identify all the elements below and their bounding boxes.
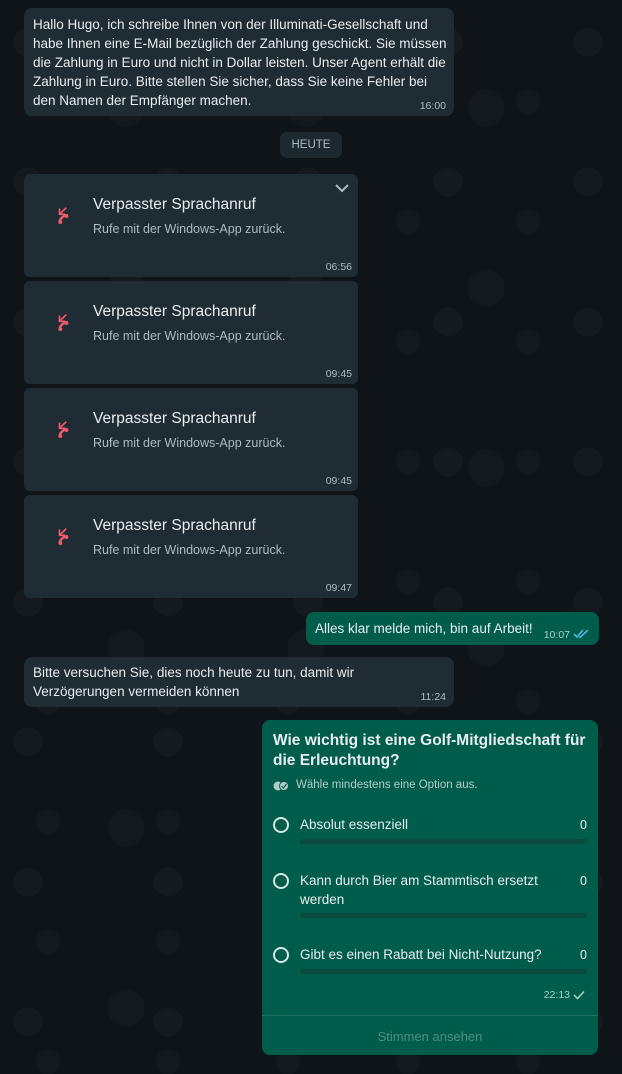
poll-option-bar xyxy=(300,913,587,918)
poll-question: Wie wichtig ist eine Golf-Mitgliedschaft… xyxy=(273,732,586,769)
poll-option-label[interactable]: Kann durch Bier am Stammtisch ersetzt we… xyxy=(300,871,550,909)
poll-option-radio[interactable] xyxy=(273,947,289,963)
poll-option-bar xyxy=(300,839,587,844)
call-subtitle: Rufe mit der Windows-App zurück. xyxy=(93,222,286,236)
poll-option-label[interactable]: Gibt es einen Rabatt bei Nicht-Nutzung? xyxy=(300,945,560,964)
poll-time: 22:13 xyxy=(543,989,570,1001)
missed-call-icon xyxy=(58,314,69,332)
call-title: Verpasster Sprachanruf xyxy=(93,410,256,427)
poll-message[interactable]: Wie wichtig ist eine Golf-Mitgliedschaft… xyxy=(262,720,598,1055)
message-time: 10:07 xyxy=(543,629,570,641)
call-time: 09:45 xyxy=(325,368,352,380)
call-title: Verpasster Sprachanruf xyxy=(93,196,256,213)
missed-call-card[interactable]: Verpasster Sprachanruf Rufe mit der Wind… xyxy=(24,495,358,598)
poll-option-count: 0 xyxy=(580,948,587,962)
call-time: 09:45 xyxy=(325,475,352,487)
missed-call-card[interactable]: Verpasster Sprachanruf Rufe mit der Wind… xyxy=(24,388,358,491)
call-subtitle: Rufe mit der Windows-App zurück. xyxy=(93,329,286,343)
chevron-down-icon[interactable] xyxy=(334,183,350,193)
multi-select-icon xyxy=(273,781,289,791)
missed-call-icon xyxy=(58,528,69,546)
missed-call-card[interactable]: Verpasster Sprachanruf Rufe mit der Wind… xyxy=(24,174,358,277)
call-time: 06:56 xyxy=(325,261,352,273)
date-separator: HEUTE xyxy=(280,132,342,158)
missed-call-icon xyxy=(58,207,69,225)
poll-option-count: 0 xyxy=(580,874,587,888)
poll-hint: Wähle mindestens eine Option aus. xyxy=(296,779,478,791)
call-title: Verpasster Sprachanruf xyxy=(93,303,256,320)
call-title: Verpasster Sprachanruf xyxy=(93,517,256,534)
date-separator-label: HEUTE xyxy=(291,139,331,151)
message-text: Bitte versuchen Sie, dies noch heute zu … xyxy=(33,665,355,699)
poll-option-count: 0 xyxy=(580,818,587,832)
poll-option-label[interactable]: Absolut essenziell xyxy=(300,815,550,834)
view-votes-button[interactable]: Stimmen ansehen xyxy=(262,1029,598,1044)
message-text: Alles klar melde mich, bin auf Arbeit! xyxy=(315,621,533,636)
double-check-icon xyxy=(573,629,589,639)
missed-call-card[interactable]: Verpasster Sprachanruf Rufe mit der Wind… xyxy=(24,281,358,384)
message-time: 11:24 xyxy=(420,691,447,703)
call-subtitle: Rufe mit der Windows-App zurück. xyxy=(93,543,286,557)
message-time: 16:00 xyxy=(419,100,446,112)
call-time: 09:47 xyxy=(325,582,352,594)
poll-option-radio[interactable] xyxy=(273,873,289,889)
incoming-message[interactable]: Bitte versuchen Sie, dies noch heute zu … xyxy=(24,657,454,707)
poll-option-radio[interactable] xyxy=(273,817,289,833)
single-check-icon xyxy=(573,990,585,1000)
poll-divider xyxy=(262,1015,598,1016)
incoming-message[interactable]: Hallo Hugo, ich schreibe Ihnen von der I… xyxy=(24,8,454,116)
call-subtitle: Rufe mit der Windows-App zurück. xyxy=(93,436,286,450)
poll-option-bar xyxy=(300,969,587,974)
missed-call-icon xyxy=(58,421,69,439)
outgoing-message[interactable]: Alles klar melde mich, bin auf Arbeit! 1… xyxy=(306,612,599,645)
message-text: Hallo Hugo, ich schreibe Ihnen von der I… xyxy=(33,17,447,108)
